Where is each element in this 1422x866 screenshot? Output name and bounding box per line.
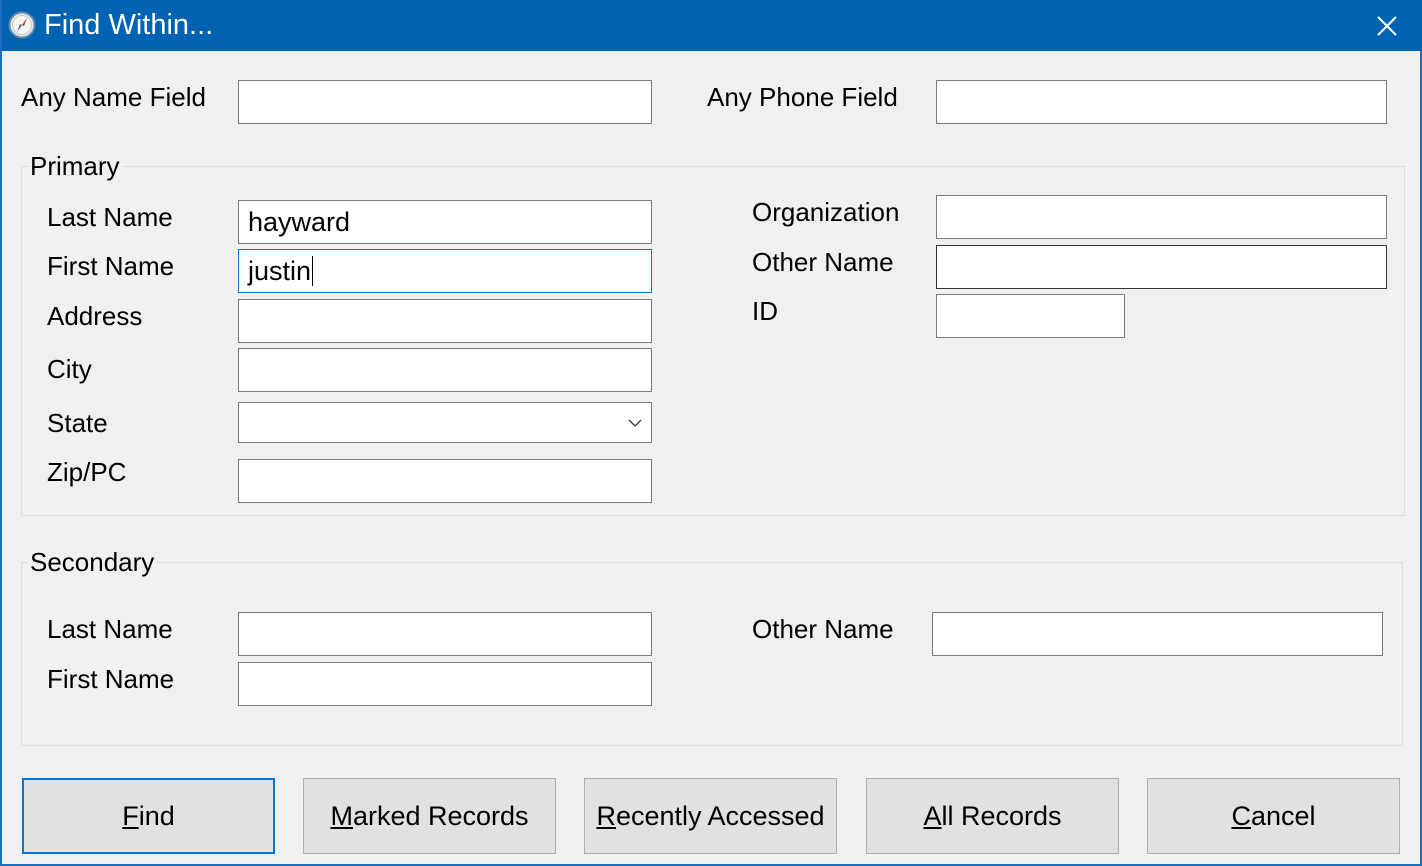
recent-accel: R bbox=[596, 800, 616, 831]
all-records-button[interactable]: All Records bbox=[866, 778, 1119, 854]
all-label: ll Records bbox=[941, 800, 1062, 831]
secondary-other-name-input[interactable] bbox=[932, 612, 1383, 656]
secondary-first-name-input[interactable] bbox=[238, 662, 652, 706]
secondary-other-name-label: Other Name bbox=[752, 614, 894, 644]
state-select[interactable] bbox=[238, 402, 652, 443]
recent-label: ecently Accessed bbox=[615, 800, 825, 831]
chevron-down-icon bbox=[628, 419, 642, 427]
secondary-last-name-input[interactable] bbox=[238, 612, 652, 656]
text-caret bbox=[312, 256, 314, 286]
primary-last-name-label: Last Name bbox=[47, 202, 173, 232]
find-accel: F bbox=[122, 800, 139, 831]
id-label: ID bbox=[752, 296, 778, 326]
window-title: Find Within... bbox=[44, 9, 214, 41]
primary-other-name-label: Other Name bbox=[752, 247, 894, 277]
title-bar: Find Within... bbox=[2, 0, 1422, 51]
any-phone-input[interactable] bbox=[936, 80, 1387, 124]
address-input[interactable] bbox=[238, 299, 652, 343]
state-label: State bbox=[47, 408, 108, 438]
all-accel: A bbox=[923, 800, 942, 831]
primary-last-name-input[interactable]: hayward bbox=[238, 200, 652, 244]
primary-first-name-label: First Name bbox=[47, 251, 175, 281]
find-within-dialog: Find Within... Any Name Field Any Phone … bbox=[0, 0, 1422, 866]
close-icon bbox=[1377, 15, 1397, 36]
close-button[interactable] bbox=[1350, 0, 1422, 51]
cancel-accel: C bbox=[1231, 800, 1251, 831]
secondary-group-title: Secondary bbox=[28, 547, 157, 578]
compass-icon bbox=[8, 11, 36, 39]
primary-group-title: Primary bbox=[28, 151, 122, 182]
primary-other-name-input[interactable] bbox=[936, 245, 1387, 289]
secondary-last-name-label: Last Name bbox=[47, 614, 173, 644]
secondary-first-name-label: First Name bbox=[47, 664, 175, 694]
any-name-label: Any Name Field bbox=[21, 82, 206, 112]
any-name-input[interactable] bbox=[238, 80, 652, 124]
primary-first-name-input[interactable]: justin bbox=[238, 249, 652, 293]
zip-input[interactable] bbox=[238, 459, 652, 503]
cancel-button[interactable]: Cancel bbox=[1147, 778, 1400, 854]
cancel-label: ancel bbox=[1250, 800, 1316, 831]
id-input[interactable] bbox=[936, 294, 1125, 338]
zip-label: Zip/PC bbox=[47, 457, 127, 487]
organization-input[interactable] bbox=[936, 195, 1387, 239]
find-label: ind bbox=[138, 800, 175, 831]
marked-label: arked Records bbox=[352, 800, 529, 831]
city-label: City bbox=[47, 354, 92, 384]
recently-accessed-button[interactable]: Recently Accessed bbox=[584, 778, 837, 854]
organization-label: Organization bbox=[752, 197, 900, 227]
find-button[interactable]: Find bbox=[22, 778, 275, 854]
primary-first-name-value: justin bbox=[248, 255, 312, 286]
any-phone-label: Any Phone Field bbox=[707, 82, 898, 112]
marked-accel: M bbox=[330, 800, 353, 831]
city-input[interactable] bbox=[238, 348, 652, 392]
marked-records-button[interactable]: Marked Records bbox=[303, 778, 556, 854]
address-label: Address bbox=[47, 301, 143, 331]
